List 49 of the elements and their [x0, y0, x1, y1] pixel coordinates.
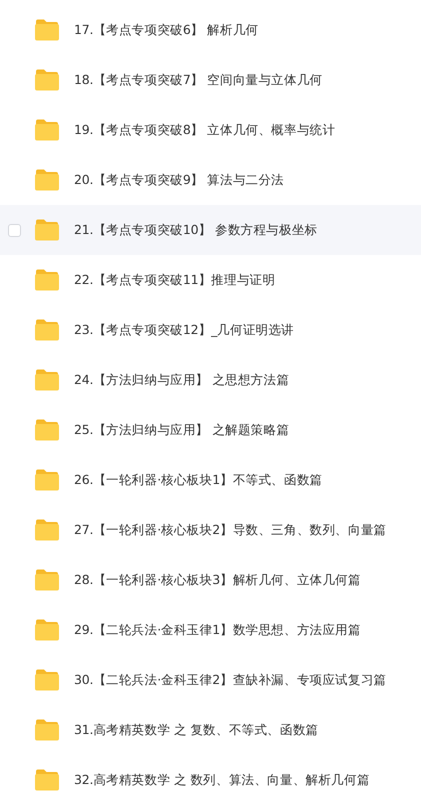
folder-icon — [34, 319, 60, 341]
folder-icon — [34, 519, 60, 541]
file-row[interactable]: 32.高考精英数学 之 数列、算法、向量、解析几何篇 — [0, 755, 421, 795]
folder-icon — [34, 269, 60, 291]
folder-icon — [34, 669, 60, 691]
file-name: 17.【考点专项突破6】 解析几何 — [74, 22, 258, 38]
file-name: 21.【考点专项突破10】 参数方程与极坐标 — [74, 222, 318, 238]
file-name: 19.【考点专项突破8】 立体几何、概率与统计 — [74, 122, 336, 138]
folder-icon — [34, 19, 60, 41]
folder-icon — [34, 569, 60, 591]
folder-icon — [34, 769, 60, 791]
file-name: 28.【一轮利器·核心板块3】解析几何、立体几何篇 — [74, 572, 361, 588]
file-name: 29.【二轮兵法·金科玉律1】数学思想、方法应用篇 — [74, 622, 361, 638]
checkbox[interactable] — [8, 224, 21, 236]
file-row[interactable]: 30.【二轮兵法·金科玉律2】查缺补漏、专项应试复习篇 — [0, 655, 421, 705]
file-row[interactable]: 23.【考点专项突破12】_几何证明选讲 — [0, 305, 421, 355]
folder-icon — [34, 219, 60, 241]
file-name: 25.【方法归纳与应用】 之解题策略篇 — [74, 422, 290, 438]
file-name: 18.【考点专项突破7】 空间向量与立体几何 — [74, 72, 322, 88]
folder-icon — [34, 719, 60, 741]
file-row[interactable]: 24.【方法归纳与应用】 之思想方法篇 — [0, 355, 421, 405]
file-name: 22.【考点专项突破11】推理与证明 — [74, 272, 276, 288]
file-row[interactable]: 28.【一轮利器·核心板块3】解析几何、立体几何篇 — [0, 555, 421, 605]
folder-icon — [34, 369, 60, 391]
file-name: 32.高考精英数学 之 数列、算法、向量、解析几何篇 — [74, 772, 370, 788]
file-row[interactable]: 27.【一轮利器·核心板块2】导数、三角、数列、向量篇 — [0, 505, 421, 555]
file-row[interactable]: 18.【考点专项突破7】 空间向量与立体几何 — [0, 55, 421, 105]
file-name: 24.【方法归纳与应用】 之思想方法篇 — [74, 372, 290, 388]
folder-icon — [34, 619, 60, 641]
file-name: 23.【考点专项突破12】_几何证明选讲 — [74, 322, 294, 338]
folder-icon — [34, 119, 60, 141]
file-row[interactable]: 25.【方法归纳与应用】 之解题策略篇 — [0, 405, 421, 455]
file-row[interactable]: 22.【考点专项突破11】推理与证明 — [0, 255, 421, 305]
file-name: 26.【一轮利器·核心板块1】不等式、函数篇 — [74, 472, 322, 488]
file-row[interactable]: 31.高考精英数学 之 复数、不等式、函数篇 — [0, 705, 421, 755]
file-name: 27.【一轮利器·核心板块2】导数、三角、数列、向量篇 — [74, 522, 386, 538]
folder-icon — [34, 469, 60, 491]
folder-icon — [34, 419, 60, 441]
file-name: 31.高考精英数学 之 复数、不等式、函数篇 — [74, 722, 318, 738]
file-row[interactable]: 19.【考点专项突破8】 立体几何、概率与统计 — [0, 105, 421, 155]
file-name: 20.【考点专项突破9】 算法与二分法 — [74, 172, 284, 188]
folder-icon — [34, 69, 60, 91]
file-row[interactable]: 17.【考点专项突破6】 解析几何 — [0, 5, 421, 55]
file-name: 30.【二轮兵法·金科玉律2】查缺补漏、专项应试复习篇 — [74, 672, 386, 688]
file-row[interactable]: 21.【考点专项突破10】 参数方程与极坐标 — [0, 205, 421, 255]
folder-icon — [34, 169, 60, 191]
file-row[interactable]: 20.【考点专项突破9】 算法与二分法 — [0, 155, 421, 205]
file-row[interactable]: 26.【一轮利器·核心板块1】不等式、函数篇 — [0, 455, 421, 505]
file-row[interactable]: 29.【二轮兵法·金科玉律1】数学思想、方法应用篇 — [0, 605, 421, 655]
